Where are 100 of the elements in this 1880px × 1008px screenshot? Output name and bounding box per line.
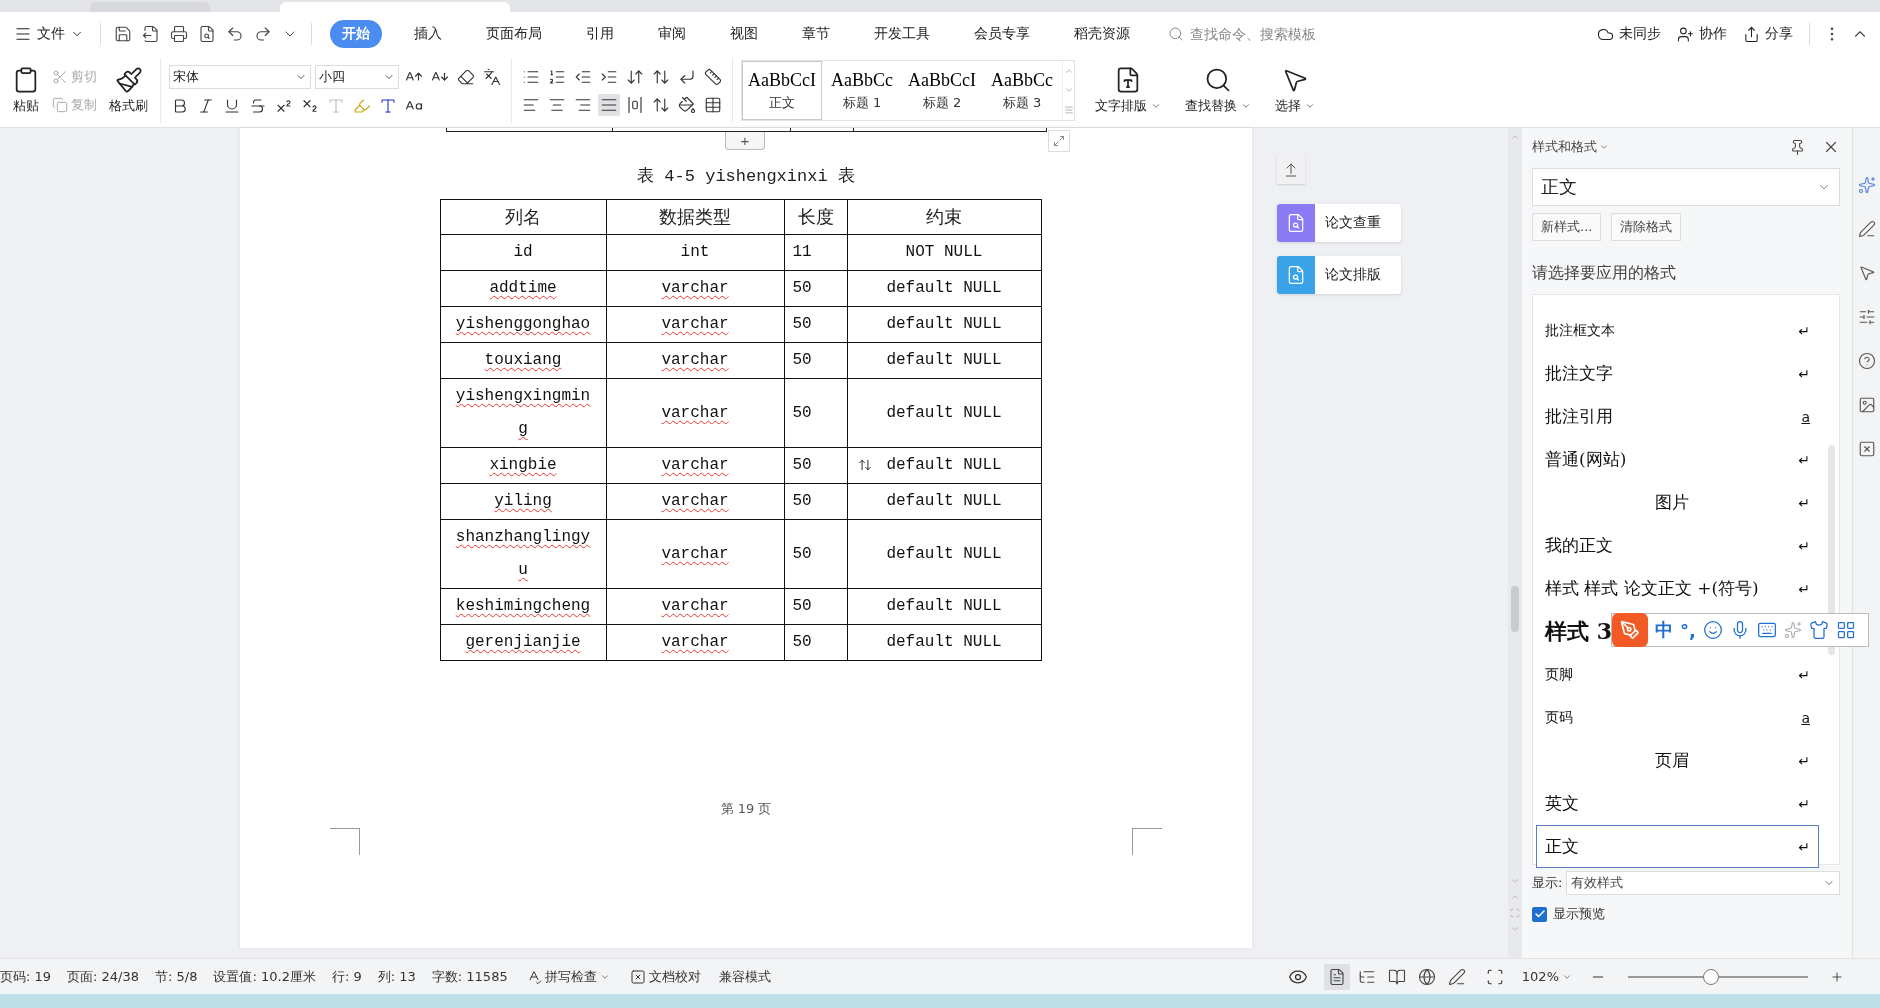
table-cell: yiling xyxy=(440,483,606,520)
preview-checkbox[interactable] xyxy=(1532,906,1547,922)
status-text: 列: 13 xyxy=(377,967,416,986)
image-icon[interactable] xyxy=(1857,396,1876,414)
table-cell: keshimingcheng xyxy=(440,588,606,625)
proofread-button[interactable]: 文档校对 xyxy=(627,965,703,988)
underline-icon[interactable] xyxy=(223,96,241,115)
panel-button[interactable]: 新样式... xyxy=(1532,213,1602,241)
expand-button[interactable] xyxy=(1048,130,1070,152)
ribbon-tool-button[interactable]: 查找替换 xyxy=(1181,64,1255,117)
font-color-icon[interactable] xyxy=(379,96,397,115)
font-size-field[interactable]: 小四 xyxy=(315,64,399,89)
toolbar-action[interactable]: 分享 xyxy=(1737,22,1799,46)
sliders-icon[interactable] xyxy=(1857,308,1876,326)
borders-icon[interactable] xyxy=(704,95,722,114)
style-item[interactable]: 正文 ↵ xyxy=(1536,825,1819,868)
keyboard-icon[interactable] xyxy=(1756,620,1777,640)
table-cell: default NULL xyxy=(847,447,1041,484)
menu-tab[interactable]: 会员专享 xyxy=(962,20,1042,48)
file-menu[interactable]: 文件 xyxy=(8,22,90,46)
caret-icon[interactable] xyxy=(1241,101,1251,111)
side-tool-button[interactable]: 论文排版 xyxy=(1277,256,1401,294)
panel-title[interactable]: 样式和格式 xyxy=(1532,138,1609,156)
table-cell: addtime xyxy=(440,270,606,307)
text-direction-icon[interactable] xyxy=(626,67,644,86)
style-preset[interactable]: AaBbCcI 正文 xyxy=(742,61,822,120)
expand-icon[interactable] xyxy=(1053,135,1065,147)
font-name-field[interactable]: 宋体 xyxy=(169,64,311,89)
ribbon-tool-button[interactable]: 选择 xyxy=(1271,64,1319,117)
toolbar-action[interactable]: 协作 xyxy=(1671,22,1733,46)
ribbon-tool-button[interactable]: 文字排版 xyxy=(1091,64,1165,117)
proofread-icon[interactable] xyxy=(629,968,646,985)
grid-icon[interactable] xyxy=(1835,620,1856,640)
ime-mode-toggle[interactable]: 中 xyxy=(1655,618,1673,642)
command-search-field[interactable]: 查找命令、搜索模板 xyxy=(1188,25,1338,43)
print-preview-icon[interactable] xyxy=(198,25,216,43)
side-tool-button[interactable]: 论文查重 xyxy=(1277,204,1401,242)
shading-icon[interactable] xyxy=(678,95,696,114)
check-icon xyxy=(1533,908,1546,920)
pointer-icon[interactable] xyxy=(1857,264,1876,282)
column-header: 数据类型 xyxy=(606,199,784,235)
pen-icon xyxy=(1620,620,1640,640)
collapse-icon[interactable] xyxy=(1283,162,1299,178)
save-icon[interactable] xyxy=(114,25,132,43)
format-painter-button[interactable]: 格式刷 xyxy=(105,64,152,117)
spell-check-button[interactable]: 拼写检查 xyxy=(523,965,612,988)
collab-icon[interactable] xyxy=(1677,25,1694,43)
paste-button[interactable]: 粘贴 xyxy=(8,64,44,117)
status-text: 设置值: 10.2厘米 xyxy=(213,967,316,986)
caret-icon[interactable] xyxy=(1305,101,1315,111)
paintbrush-icon[interactable] xyxy=(114,66,143,94)
scrollbar[interactable] xyxy=(1508,128,1522,958)
caret-icon[interactable] xyxy=(1151,101,1161,111)
checkbox-label: 显示预览 xyxy=(1553,905,1605,923)
menu-tab[interactable]: 稻壳资源 xyxy=(1062,20,1142,48)
scrollbar-thumb[interactable] xyxy=(1511,586,1519,632)
toolbar-action[interactable]: 未同步 xyxy=(1591,22,1667,46)
current-style-field[interactable]: 正文 xyxy=(1532,168,1840,206)
zoom-slider-thumb[interactable] xyxy=(1702,968,1719,985)
help-icon[interactable] xyxy=(1857,352,1876,370)
table-cell: varchar xyxy=(606,447,784,484)
phonetic-guide-icon[interactable] xyxy=(483,67,501,86)
undo-icon[interactable] xyxy=(226,25,244,43)
smile-icon[interactable] xyxy=(1702,620,1723,640)
redo-icon[interactable] xyxy=(254,25,272,43)
print-icon[interactable] xyxy=(170,25,188,43)
menu-tab[interactable]: 插入 xyxy=(402,20,454,48)
search-icon[interactable] xyxy=(1168,26,1184,42)
menu-tab[interactable]: 开发工具 xyxy=(862,20,942,48)
add-row-button[interactable]: + xyxy=(725,132,765,150)
zoom-level-button[interactable]: 102% xyxy=(1519,967,1574,986)
ruler-icon[interactable] xyxy=(704,67,722,86)
show-filter-field[interactable]: 有效样式 xyxy=(1566,871,1840,895)
menu-tab[interactable]: 审阅 xyxy=(646,20,698,48)
table-cell: 50 xyxy=(784,447,847,484)
ime-punctuation-toggle[interactable]: °, xyxy=(1680,619,1696,641)
pin-icon[interactable] xyxy=(1789,138,1806,156)
export-icon[interactable] xyxy=(142,25,160,43)
share-icon[interactable] xyxy=(1743,25,1760,43)
ime-logo-icon[interactable] xyxy=(1612,613,1648,647)
menu-tab[interactable]: 引用 xyxy=(574,20,626,48)
menu-icon[interactable] xyxy=(14,25,32,43)
sort-icon[interactable] xyxy=(652,67,670,86)
menu-tab[interactable]: 页面布局 xyxy=(474,20,554,48)
find-icon[interactable] xyxy=(1204,66,1232,94)
strikethrough-icon[interactable] xyxy=(249,96,267,115)
column-header: 约束 xyxy=(847,199,1041,235)
shirt-icon[interactable] xyxy=(1808,620,1829,640)
line-spacing-icon[interactable] xyxy=(652,95,670,114)
numbered-list-icon[interactable] xyxy=(548,67,566,86)
table-cell: touxiang xyxy=(440,342,606,379)
panel-button[interactable]: 清除格式 xyxy=(1611,213,1682,241)
eraser-icon[interactable] xyxy=(457,67,475,86)
menu-tab[interactable]: 视图 xyxy=(718,20,770,48)
menu-tab[interactable]: 章节 xyxy=(790,20,842,48)
corner-mark xyxy=(330,828,360,855)
table-cell: default NULL xyxy=(847,270,1041,307)
pen-icon[interactable] xyxy=(1857,220,1876,238)
fit-page-icon[interactable] xyxy=(1485,967,1504,986)
italic-icon[interactable] xyxy=(197,96,215,115)
